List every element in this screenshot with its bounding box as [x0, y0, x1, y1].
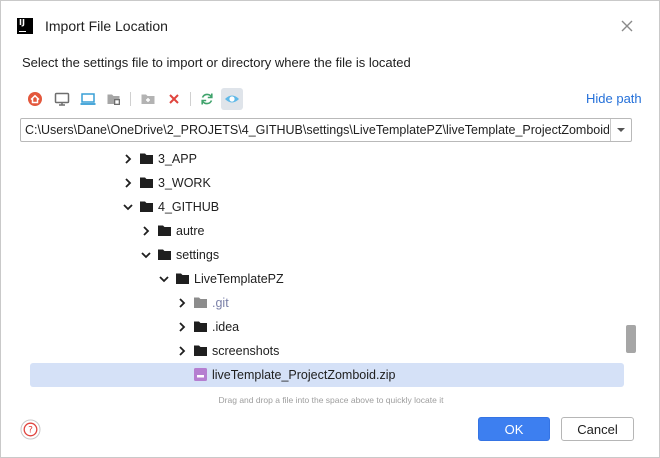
tree-item-label: .idea: [212, 320, 240, 334]
desktop-icon: [54, 92, 70, 106]
tree-folder-item[interactable]: .idea: [19, 315, 627, 339]
chevron-right-icon[interactable]: [122, 177, 134, 189]
module-icon: [107, 94, 120, 105]
tree-item-label: 3_APP: [158, 152, 197, 166]
ok-button[interactable]: OK: [478, 417, 550, 441]
project-button[interactable]: [77, 88, 99, 110]
path-history-dropdown[interactable]: [611, 119, 631, 141]
show-hidden-files-button[interactable]: [221, 88, 243, 110]
intellij-app-icon: IJ: [17, 18, 33, 34]
folder-icon: [140, 153, 153, 164]
show-hidden-icon: [225, 95, 239, 103]
refresh-icon: [201, 93, 213, 105]
folder-icon: [194, 345, 207, 356]
drag-drop-hint: Drag and drop a file into the space abov…: [218, 395, 444, 405]
tree-folder-item[interactable]: 3_WORK: [19, 171, 627, 195]
folder-icon: [158, 249, 171, 260]
app-icon-text: IJ: [19, 18, 25, 27]
tree-item-label: 4_GITHUB: [158, 200, 220, 214]
new-folder-icon: [141, 94, 155, 104]
chevron-right-icon[interactable]: [176, 297, 188, 309]
svg-text:?: ?: [28, 426, 33, 436]
folder-icon: [140, 177, 153, 188]
help-button[interactable]: ?: [20, 419, 41, 440]
tree-folder-item[interactable]: autre: [19, 219, 627, 243]
hide-path-link[interactable]: Hide path: [586, 91, 642, 106]
tree-item-label: screenshots: [212, 344, 280, 358]
dialog-prompt: Select the settings file to import or di…: [22, 55, 411, 70]
folder-icon: [140, 201, 153, 212]
close-icon[interactable]: [618, 17, 636, 35]
dialog-title: Import File Location: [45, 18, 168, 34]
path-field[interactable]: [21, 119, 609, 141]
tree-folder-item[interactable]: .git: [19, 291, 627, 315]
tree-folder-item[interactable]: 3_APP: [19, 147, 627, 171]
delete-icon: [169, 94, 179, 104]
home-button[interactable]: [24, 88, 46, 110]
home-icon: [28, 92, 42, 106]
tree-folder-item[interactable]: 4_GITHUB: [19, 195, 627, 219]
tree-item-label: settings: [176, 248, 220, 262]
module-button[interactable]: [103, 88, 125, 110]
folder-icon: [158, 225, 171, 236]
refresh-button[interactable]: [196, 88, 218, 110]
tree-item-label: .git: [212, 296, 229, 310]
tree-item-label: LiveTemplatePZ: [194, 272, 284, 286]
file-tree[interactable]: 3_APP 3_WORK 4_GITHUBautre settings LiveTemp…: [19, 147, 636, 389]
tree-item-label: 3_WORK: [158, 176, 211, 190]
chevron-right-icon[interactable]: [176, 321, 188, 333]
tree-item-label: liveTemplate_ProjectZomboid.zip: [212, 368, 396, 382]
chevron-down-icon[interactable]: [122, 201, 134, 213]
tree-folder-item[interactable]: settings: [19, 243, 627, 267]
chevron-down-icon[interactable]: [140, 249, 152, 261]
folder-icon: [194, 297, 207, 308]
tree-folder-item[interactable]: LiveTemplatePZ: [19, 267, 627, 291]
project-icon: [80, 93, 96, 105]
chevron-right-icon[interactable]: [140, 225, 152, 237]
toolbar-separator: [190, 92, 191, 106]
toolbar-separator: [130, 92, 131, 106]
title-bar: IJ Import File Location: [1, 1, 659, 51]
chevron-right-icon[interactable]: [122, 153, 134, 165]
chevron-down-icon: [617, 128, 625, 132]
help-icon: ?: [20, 419, 41, 440]
tree-scrollbar-thumb[interactable]: [626, 325, 636, 353]
desktop-button[interactable]: [51, 88, 73, 110]
folder-icon: [176, 273, 189, 284]
folder-icon: [194, 321, 207, 332]
chevron-down-icon[interactable]: [158, 273, 170, 285]
tree-file-item[interactable]: liveTemplate_ProjectZomboid.zip: [30, 363, 624, 387]
tree-folder-item[interactable]: screenshots: [19, 339, 627, 363]
delete-button[interactable]: [163, 88, 185, 110]
new-folder-button[interactable]: [137, 88, 159, 110]
archive-icon: [194, 368, 207, 381]
chevron-right-icon[interactable]: [176, 345, 188, 357]
path-combobox[interactable]: [20, 118, 632, 142]
tree-item-label: autre: [176, 224, 205, 238]
import-file-location-dialog: IJ Import File Location Select the setti…: [0, 0, 660, 458]
cancel-button[interactable]: Cancel: [561, 417, 634, 441]
